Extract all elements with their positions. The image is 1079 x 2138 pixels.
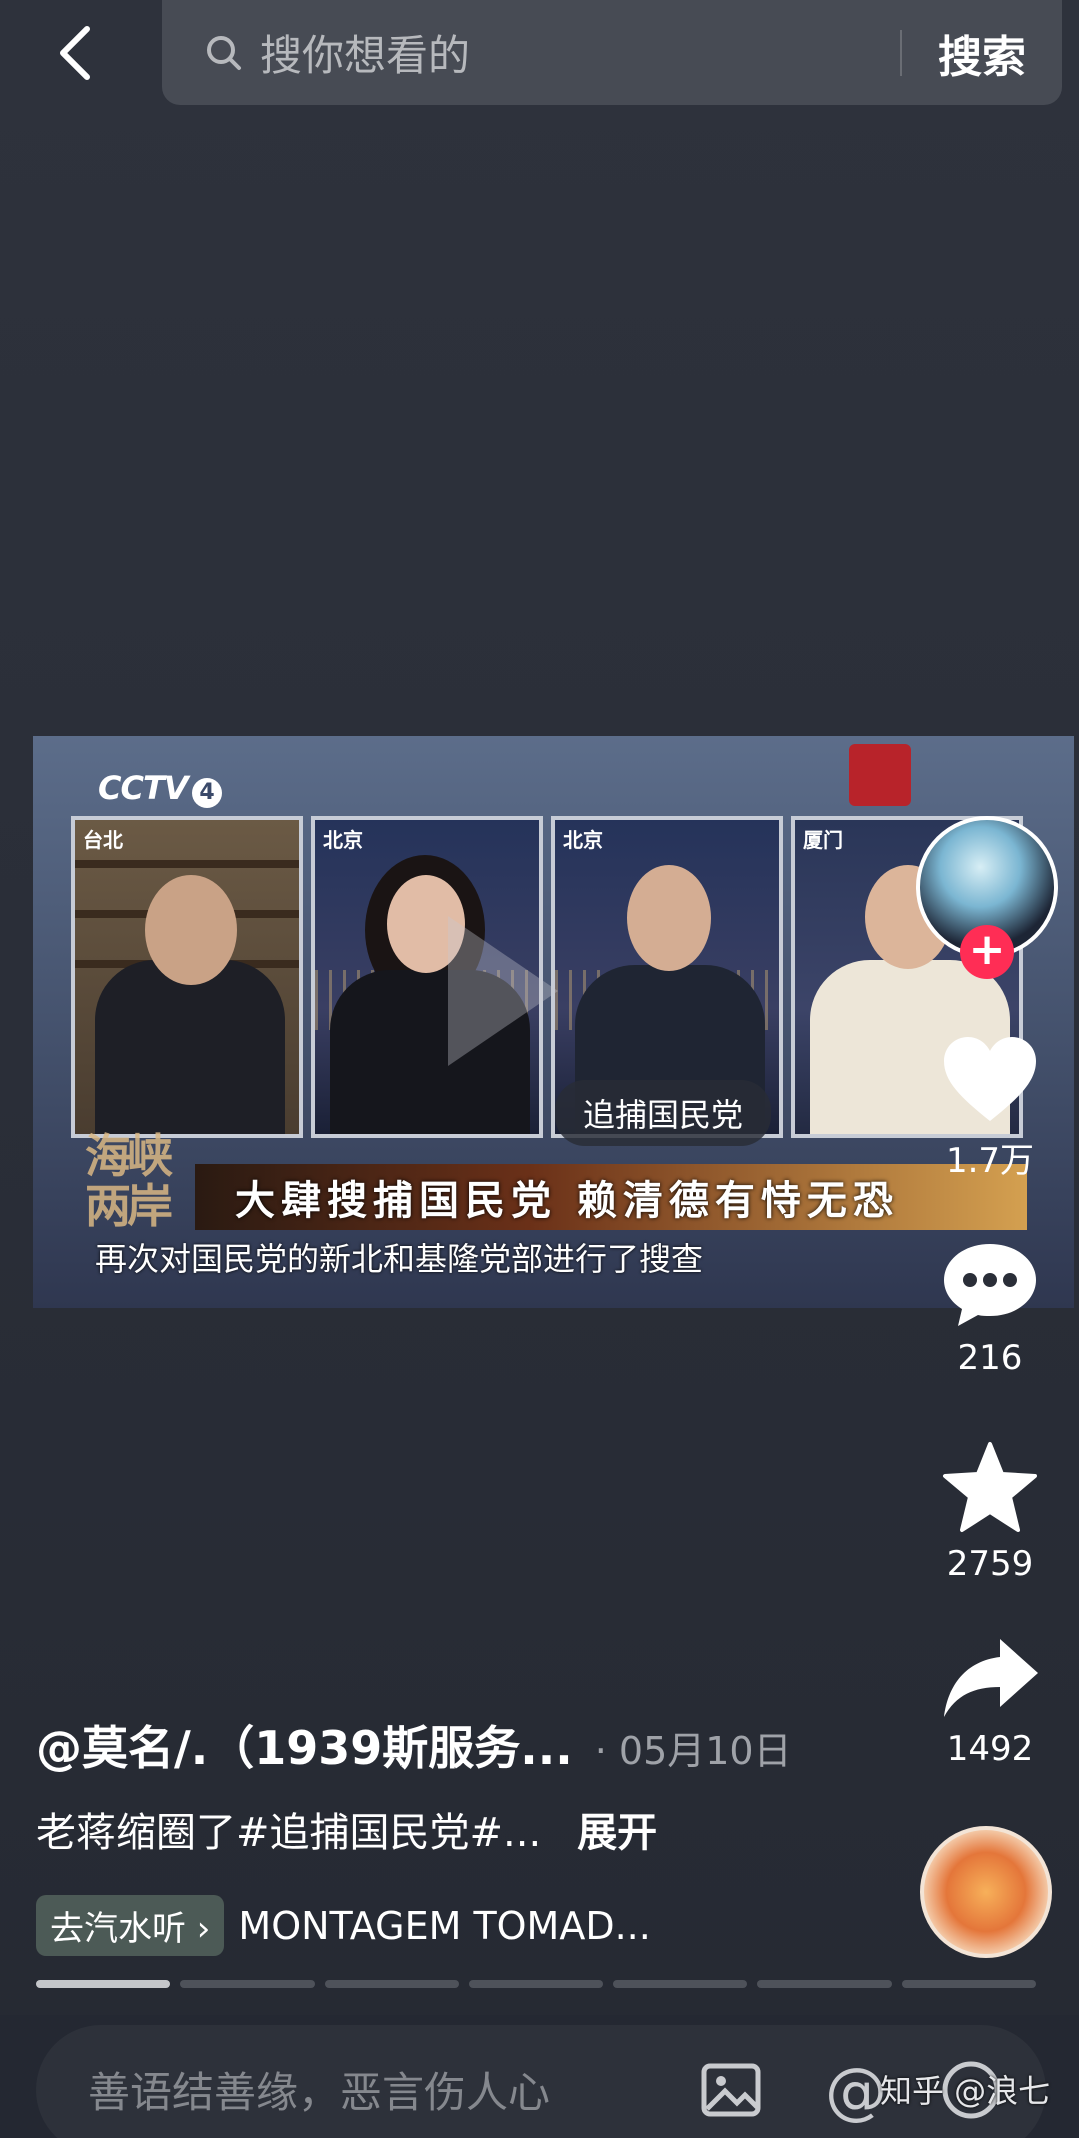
post-description-line: 老蒋缩圈了#追捕国民党#... 展开	[36, 1800, 657, 1858]
expand-button[interactable]: 展开	[577, 1800, 657, 1858]
video-headline: 大肆搜捕国民党 赖清德有恃无恐	[235, 1178, 899, 1224]
follow-button[interactable]: +	[960, 925, 1014, 979]
back-button[interactable]	[40, 18, 110, 88]
music-disc[interactable]	[920, 1826, 1052, 1958]
search-input[interactable]: 搜你想看的	[260, 22, 900, 83]
progress-segments	[36, 1980, 1036, 1988]
panel-city-label: 厦门	[803, 828, 843, 852]
progress-segment	[180, 1980, 315, 1988]
heart-icon	[944, 1037, 1036, 1121]
music-line: 去汽水听 › MONTAGEM TOMAD...	[36, 1895, 651, 1956]
progress-segment	[468, 1980, 604, 1988]
headline-bar: 大肆搜捕国民党 赖清德有恃无恐	[195, 1164, 1027, 1230]
progress-segment	[324, 1980, 459, 1988]
share-arrow-icon	[944, 1639, 1038, 1717]
progress-segment	[613, 1980, 748, 1988]
like-count: 1.7万	[945, 1141, 1035, 1181]
topic-tag-chip[interactable]: 追捕国民党	[555, 1080, 772, 1146]
comment-icon	[944, 1244, 1036, 1326]
panel-city-label: 台北	[83, 828, 123, 852]
play-icon[interactable]	[448, 916, 558, 1066]
search-button[interactable]: 搜索	[938, 21, 1026, 85]
share-button[interactable]: 1492	[925, 1635, 1055, 1769]
comment-button[interactable]: 216	[925, 1240, 1055, 1378]
favorite-count: 2759	[946, 1544, 1034, 1584]
search-divider	[900, 29, 902, 76]
like-button[interactable]: 1.7万	[925, 1035, 1055, 1182]
chevron-left-icon	[60, 26, 90, 80]
post-description[interactable]: 老蒋缩圈了#追捕国民党#...	[36, 1800, 541, 1858]
video-player[interactable]: CCTV 4 台北 北京 北京 厦门 追捕国民党 海峡两岸 大肆搜捕国民党 赖清德…	[33, 736, 1074, 1308]
author-name[interactable]: @莫名/.（1939斯服务...	[36, 1712, 573, 1778]
progress-segment	[757, 1980, 892, 1988]
listen-in-app-chip[interactable]: 去汽水听 ›	[36, 1895, 225, 1956]
video-panel-1: 台北	[71, 816, 303, 1138]
search-box[interactable]: 搜你想看的 搜索	[162, 0, 1062, 105]
post-date: · 05月10日	[594, 1729, 792, 1773]
show-logo: 海峡两岸	[85, 1129, 173, 1233]
comment-input[interactable]: 善语结善缘，恶言伤人心	[88, 2059, 550, 2120]
video-subtitle: 再次对国民党的新北和基隆党部进行了搜查	[95, 1240, 704, 1278]
author-line: @莫名/.（1939斯服务... · 05月10日	[36, 1712, 792, 1778]
search-icon	[204, 33, 244, 73]
watermark: 知乎 @浪七	[880, 2072, 1051, 2110]
share-count: 1492	[946, 1729, 1034, 1769]
comment-count: 216	[957, 1338, 1023, 1378]
progress-segment	[36, 1980, 171, 1988]
star-icon	[943, 1442, 1037, 1532]
music-title[interactable]: MONTAGEM TOMAD...	[238, 1904, 650, 1948]
panel-city-label: 北京	[323, 828, 363, 852]
image-icon[interactable]	[696, 2055, 766, 2125]
progress-segment	[901, 1980, 1036, 1988]
cctv-red-logo	[849, 744, 911, 806]
panel-city-label: 北京	[563, 828, 603, 852]
channel-logo: CCTV 4	[98, 769, 222, 808]
favorite-button[interactable]: 2759	[925, 1440, 1055, 1584]
